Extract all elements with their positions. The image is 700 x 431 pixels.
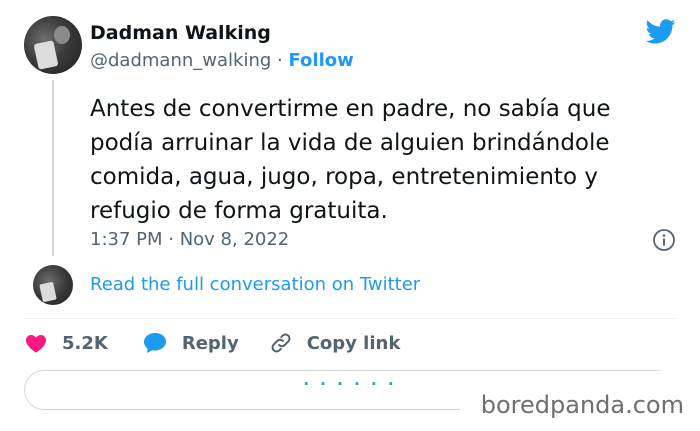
avatar-small-shirt	[39, 281, 57, 303]
avatar-face	[54, 26, 70, 44]
heart-icon	[26, 335, 46, 353]
like-count: 5.2K	[62, 332, 108, 354]
watermark: boredpanda.com	[480, 391, 684, 419]
reply-button[interactable]: Reply	[142, 331, 239, 355]
tweet-text: Antes de convertirme en padre, no sabía …	[90, 96, 611, 224]
separator: ·	[277, 50, 283, 71]
user-handle[interactable]: @dadmann_walking	[90, 50, 271, 71]
thread-line	[52, 80, 54, 256]
reply-label: Reply	[181, 332, 239, 354]
follow-button[interactable]: Follow	[288, 50, 353, 71]
display-name[interactable]: Dadman Walking	[90, 22, 271, 44]
copy-link-button[interactable]: Copy link	[269, 331, 401, 355]
avatar-shirt	[33, 40, 59, 70]
avatar-small[interactable]	[33, 265, 73, 305]
handle-row: @dadmann_walking · Follow	[90, 50, 354, 71]
like-button[interactable]: 5.2K	[24, 331, 108, 355]
link-icon	[271, 333, 291, 353]
twitter-bird-icon[interactable]	[644, 16, 678, 46]
read-conversation-link[interactable]: Read the full conversation on Twitter	[90, 274, 420, 295]
copy-link-label: Copy link	[306, 332, 401, 354]
action-bar: 5.2K Reply Copy link	[24, 326, 400, 360]
reply-icon	[143, 333, 166, 353]
divider	[24, 318, 676, 319]
avatar[interactable]	[24, 16, 82, 74]
tweet-timestamp[interactable]: 1:37 PM · Nov 8, 2022	[90, 229, 289, 250]
info-icon[interactable]	[652, 228, 676, 252]
